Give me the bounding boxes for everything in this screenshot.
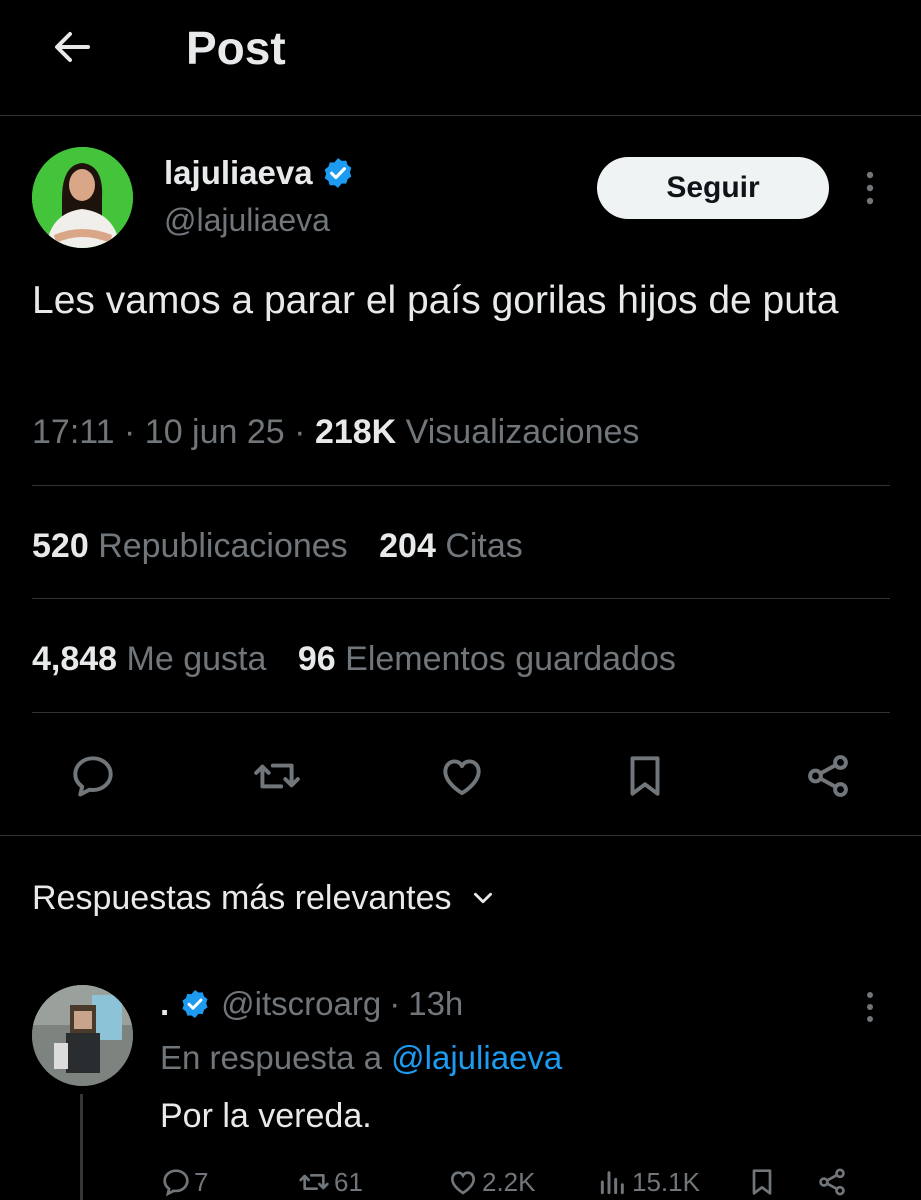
meta-separator: · [124,413,136,451]
post-time[interactable]: 17:11 [32,413,115,451]
reply-share-button[interactable] [816,1166,860,1198]
more-vertical-icon [867,992,873,1022]
replies-sort-label: Respuestas más relevantes [32,879,452,917]
views-count: 218K [314,413,397,451]
author-avatar[interactable] [32,147,133,248]
author-name-row[interactable]: lajuliaeva [164,153,355,193]
back-arrow-icon [55,32,90,62]
stats-divider-2 [32,712,890,713]
follow-button[interactable]: Seguir [597,157,829,219]
reply-view-count: 15.1K [632,1166,700,1197]
repost-button[interactable] [248,749,306,803]
bookmark-icon [630,756,660,796]
quotes-count: 204 [379,527,436,565]
reposts-stat[interactable]: 520 Republicaciones [32,527,357,565]
header-divider [0,115,921,116]
likes-stat[interactable]: 4,848 Me gusta [32,640,276,678]
reply-repost-button[interactable]: 61 [296,1166,446,1198]
meta-separator: · [294,413,306,451]
bookmarks-label: Elementos guardados [345,640,676,678]
views-icon [600,1171,624,1195]
more-vertical-icon [866,171,874,205]
like-icon [443,759,481,796]
reply-bookmark-button[interactable] [746,1166,816,1198]
actions-divider [0,835,921,836]
page-title: Post [186,22,286,74]
post-meta: 17:11 · 10 jun 25 · 218K Visualizaciones [32,410,639,454]
reply-action-bar: 7 61 2.2K 15.1K [160,1164,890,1200]
bookmarks-count: 96 [297,640,336,678]
reply-reply-count: 7 [194,1166,209,1197]
reply-handle[interactable]: @itscroarg [221,982,381,1026]
reply-reply-button[interactable]: 7 [160,1166,296,1198]
reply-repost-count: 61 [334,1166,363,1197]
meta-divider [32,485,890,486]
verified-badge-icon [324,158,351,188]
reply-like-button[interactable]: 2.2K [446,1166,596,1198]
replies-sort-button[interactable]: Respuestas más relevantes [32,876,496,920]
post-date[interactable]: 10 jun 25 [145,413,285,451]
stats-row-reposts: 520 Republicaciones 204 Citas [32,524,523,568]
likes-label: Me gusta [126,640,267,678]
reply-context-prefix: En respuesta a [160,1039,382,1076]
like-icon [450,1171,476,1195]
more-options-button[interactable] [852,166,888,210]
chevron-down-icon [473,892,492,904]
reply-text: Por la vereda. [160,1097,372,1135]
views-label: Visualizaciones [405,413,640,451]
author-display-name: lajuliaeva [164,154,313,191]
stats-divider-1 [32,598,890,599]
post-text: Les vamos a parar el país gorilas hijos … [32,279,839,322]
bookmark-button[interactable] [618,749,672,803]
author-handle[interactable]: @lajuliaeva [164,200,330,240]
reply-icon [73,756,113,797]
reply-views-button[interactable]: 15.1K [596,1166,746,1198]
reply-like-count: 2.2K [482,1166,536,1197]
repost-icon [299,1174,329,1190]
verified-badge-icon [182,990,208,1018]
repost-icon [254,763,300,789]
reply-more-button[interactable] [852,986,888,1028]
back-button[interactable] [44,22,100,72]
reposts-count: 520 [32,527,89,565]
like-button[interactable] [434,749,490,803]
reply-separator: · [389,985,401,1022]
quotes-label: Citas [445,527,523,565]
reply-thread-line [80,1094,83,1200]
bookmark-icon [752,1169,772,1195]
share-button[interactable] [800,749,856,803]
share-icon [808,755,848,797]
follow-button-label: Seguir [666,171,760,204]
likes-count: 4,848 [32,640,118,678]
reply-button[interactable] [66,749,120,803]
stats-row-likes: 4,848 Me gusta 96 Elementos guardados [32,637,676,681]
reply-age[interactable]: 13h [408,982,463,1026]
reply-header: . @itscroarg · 13h [160,982,463,1026]
reposts-label: Republicaciones [98,527,348,565]
reply-context: En respuesta a @lajuliaeva [160,1036,562,1080]
reply-avatar[interactable] [32,985,133,1086]
share-icon [819,1168,845,1196]
reply-icon [163,1169,189,1197]
reply-context-handle[interactable]: @lajuliaeva [391,1039,562,1076]
bookmarks-stat[interactable]: 96 Elementos guardados [298,640,676,678]
quotes-stat[interactable]: 204 Citas [379,527,523,565]
reply-display-name[interactable]: . [160,982,169,1026]
